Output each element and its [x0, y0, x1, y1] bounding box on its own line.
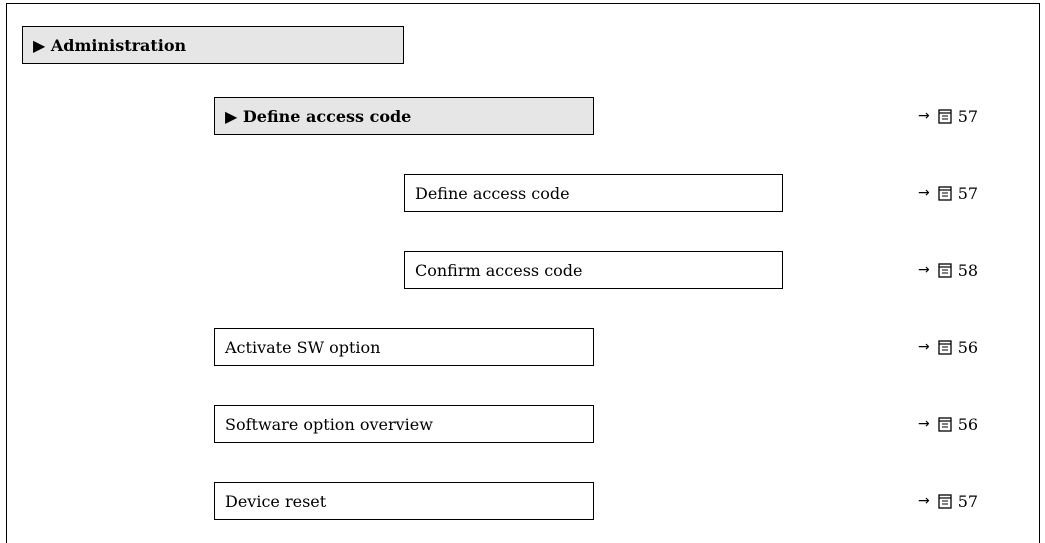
page-ref-device-reset[interactable]: → 57: [918, 491, 978, 511]
page-ref-define-access-code[interactable]: → 57: [918, 183, 978, 203]
arrow-icon: →: [918, 416, 930, 432]
book-icon: [938, 416, 952, 432]
menu-label: Administration: [50, 35, 187, 55]
param-activate-sw-option[interactable]: Activate SW option: [214, 328, 594, 366]
menu-administration[interactable]: ▶ Administration: [22, 26, 404, 64]
book-icon: [938, 108, 952, 124]
page-ref-define-access-code-menu[interactable]: → 57: [918, 106, 978, 126]
book-icon: [938, 185, 952, 201]
arrow-icon: →: [918, 185, 930, 201]
param-label: Activate SW option: [225, 337, 381, 357]
submenu-label: Define access code: [242, 106, 412, 126]
arrow-icon: →: [918, 262, 930, 278]
page-ref-activate-sw-option[interactable]: → 56: [918, 337, 978, 357]
param-device-reset[interactable]: Device reset: [214, 482, 594, 520]
arrow-icon: →: [918, 493, 930, 509]
menu-marker: ▶: [33, 35, 46, 55]
page-number: 58: [957, 260, 979, 280]
arrow-icon: →: [918, 108, 930, 124]
page-number: 57: [957, 183, 979, 203]
param-label: Confirm access code: [415, 260, 583, 280]
param-label: Define access code: [415, 183, 570, 203]
page-number: 57: [957, 106, 979, 126]
param-confirm-access-code[interactable]: Confirm access code: [404, 251, 783, 289]
submenu-define-access-code[interactable]: ▶ Define access code: [214, 97, 594, 135]
page-number: 57: [957, 491, 979, 511]
submenu-marker: ▶: [225, 106, 238, 126]
param-define-access-code[interactable]: Define access code: [404, 174, 783, 212]
book-icon: [938, 339, 952, 355]
param-label: Software option overview: [225, 414, 433, 434]
page-ref-software-option-overview[interactable]: → 56: [918, 414, 978, 434]
book-icon: [938, 493, 952, 509]
page-ref-confirm-access-code[interactable]: → 58: [918, 260, 978, 280]
param-label: Device reset: [225, 491, 327, 511]
page-number: 56: [957, 337, 979, 357]
arrow-icon: →: [918, 339, 930, 355]
param-software-option-overview[interactable]: Software option overview: [214, 405, 594, 443]
page-number: 56: [957, 414, 979, 434]
book-icon: [938, 262, 952, 278]
